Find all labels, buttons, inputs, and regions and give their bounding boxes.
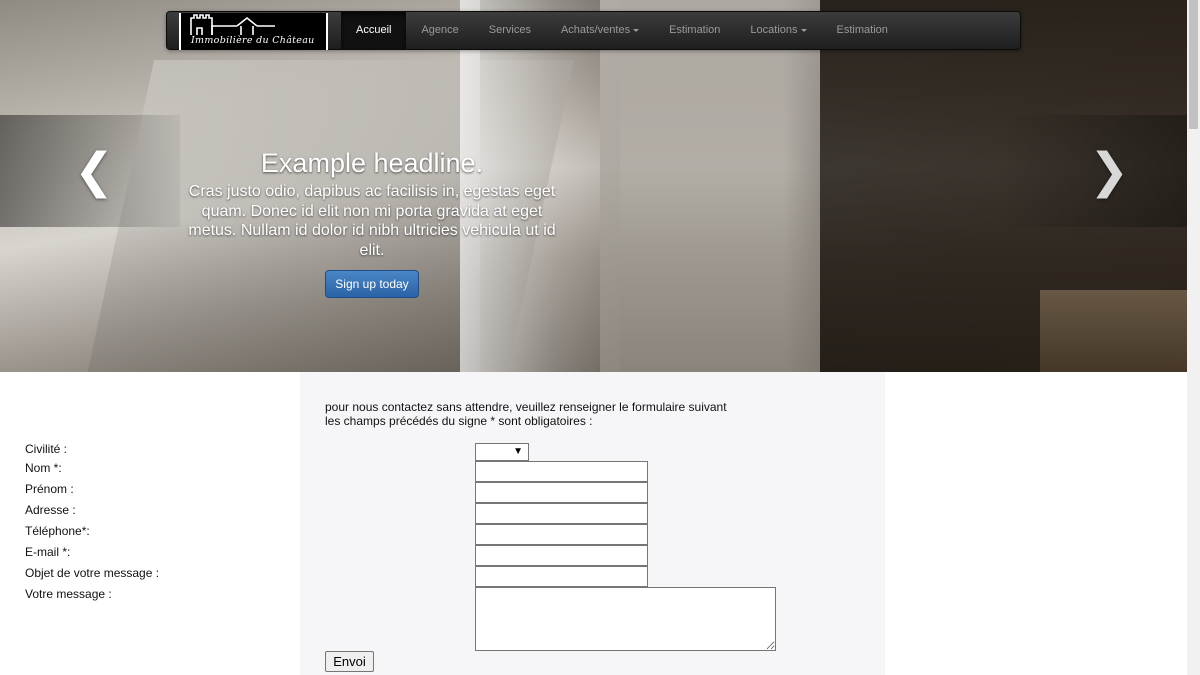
scrollbar-thumb[interactable] — [1189, 0, 1198, 129]
prenom-field[interactable] — [475, 482, 648, 503]
nav-item-label: Estimation — [669, 24, 721, 36]
nav-item-label: Agence — [421, 24, 459, 36]
carousel-caption: Example headline. Cras justo odio, dapib… — [182, 146, 562, 298]
page-scrollbar[interactable] — [1187, 0, 1200, 675]
nom-field[interactable] — [475, 461, 648, 482]
sign-up-button[interactable]: Sign up today — [325, 270, 419, 298]
nav-menu: Accueil Agence Services Achats/ventes Es… — [341, 12, 903, 49]
objet-field[interactable] — [475, 566, 648, 587]
carousel-text: Cras justo odio, dapibus ac facilisis in… — [188, 183, 556, 259]
top-navbar: Immobilière du Château Accueil Agence Se… — [166, 11, 1021, 50]
brand-logo[interactable]: Immobilière du Château — [179, 13, 328, 50]
adresse-label: Adresse : — [25, 503, 76, 517]
submit-button[interactable]: Envoi — [325, 651, 374, 672]
caret-down-icon — [800, 28, 807, 32]
carousel-next-button[interactable]: ❯ — [1007, 115, 1187, 227]
objet-label: Objet de votre message : — [25, 566, 160, 580]
nav-item-accueil[interactable]: Accueil — [341, 12, 407, 49]
message-label: Votre message : — [25, 587, 112, 601]
nav-item-locations[interactable]: Locations — [735, 12, 821, 49]
nav-item-estimation[interactable]: Estimation — [654, 12, 735, 49]
hero-background-shape — [600, 0, 820, 372]
chevron-right-icon: ❯ — [1089, 143, 1130, 199]
chevron-left-icon: ❮ — [74, 143, 115, 199]
email-label: E-mail *: — [25, 545, 71, 559]
adresse-field[interactable] — [475, 503, 648, 524]
select-arrow-icon: ▼ — [513, 446, 523, 457]
carousel-prev-button[interactable]: ❮ — [0, 115, 180, 227]
civilite-label: Civilité : — [25, 442, 68, 456]
caret-down-icon — [633, 28, 640, 32]
brand-name: Immobilière du Château — [191, 35, 315, 46]
form-intro: pour nous contactez sans attendre, veuil… — [325, 400, 727, 428]
telephone-field[interactable] — [475, 524, 648, 545]
form-intro-line: pour nous contactez sans attendre, veuil… — [325, 400, 727, 414]
form-required-note: les champs précédés du signe * sont obli… — [325, 413, 593, 428]
prenom-label: Prénom : — [25, 482, 74, 496]
nav-item-estimation-2[interactable]: Estimation — [822, 12, 903, 49]
hero-background-shape — [1040, 290, 1187, 372]
civilite-select[interactable]: ▼ — [475, 443, 529, 461]
nav-item-label: Achats/ventes — [560, 24, 631, 36]
nav-item-label: Estimation — [836, 24, 888, 36]
castle-logo-icon — [190, 14, 275, 35]
nav-item-label: Accueil — [356, 24, 392, 36]
hero-carousel: ❮ ❯ Example headline. Cras justo odio, d… — [0, 0, 1187, 372]
carousel-headline: Example headline. — [260, 148, 484, 178]
nav-item-agence[interactable]: Agence — [406, 12, 473, 49]
message-textarea[interactable] — [475, 587, 776, 651]
nav-item-label: Locations — [750, 24, 798, 36]
nom-label: Nom *: — [25, 461, 62, 475]
nav-item-label: Services — [488, 24, 531, 36]
telephone-label: Téléphone*: — [25, 524, 90, 538]
nav-item-services[interactable]: Services — [474, 12, 546, 49]
nav-item-achats-ventes[interactable]: Achats/ventes — [546, 12, 654, 49]
email-field[interactable] — [475, 545, 648, 566]
